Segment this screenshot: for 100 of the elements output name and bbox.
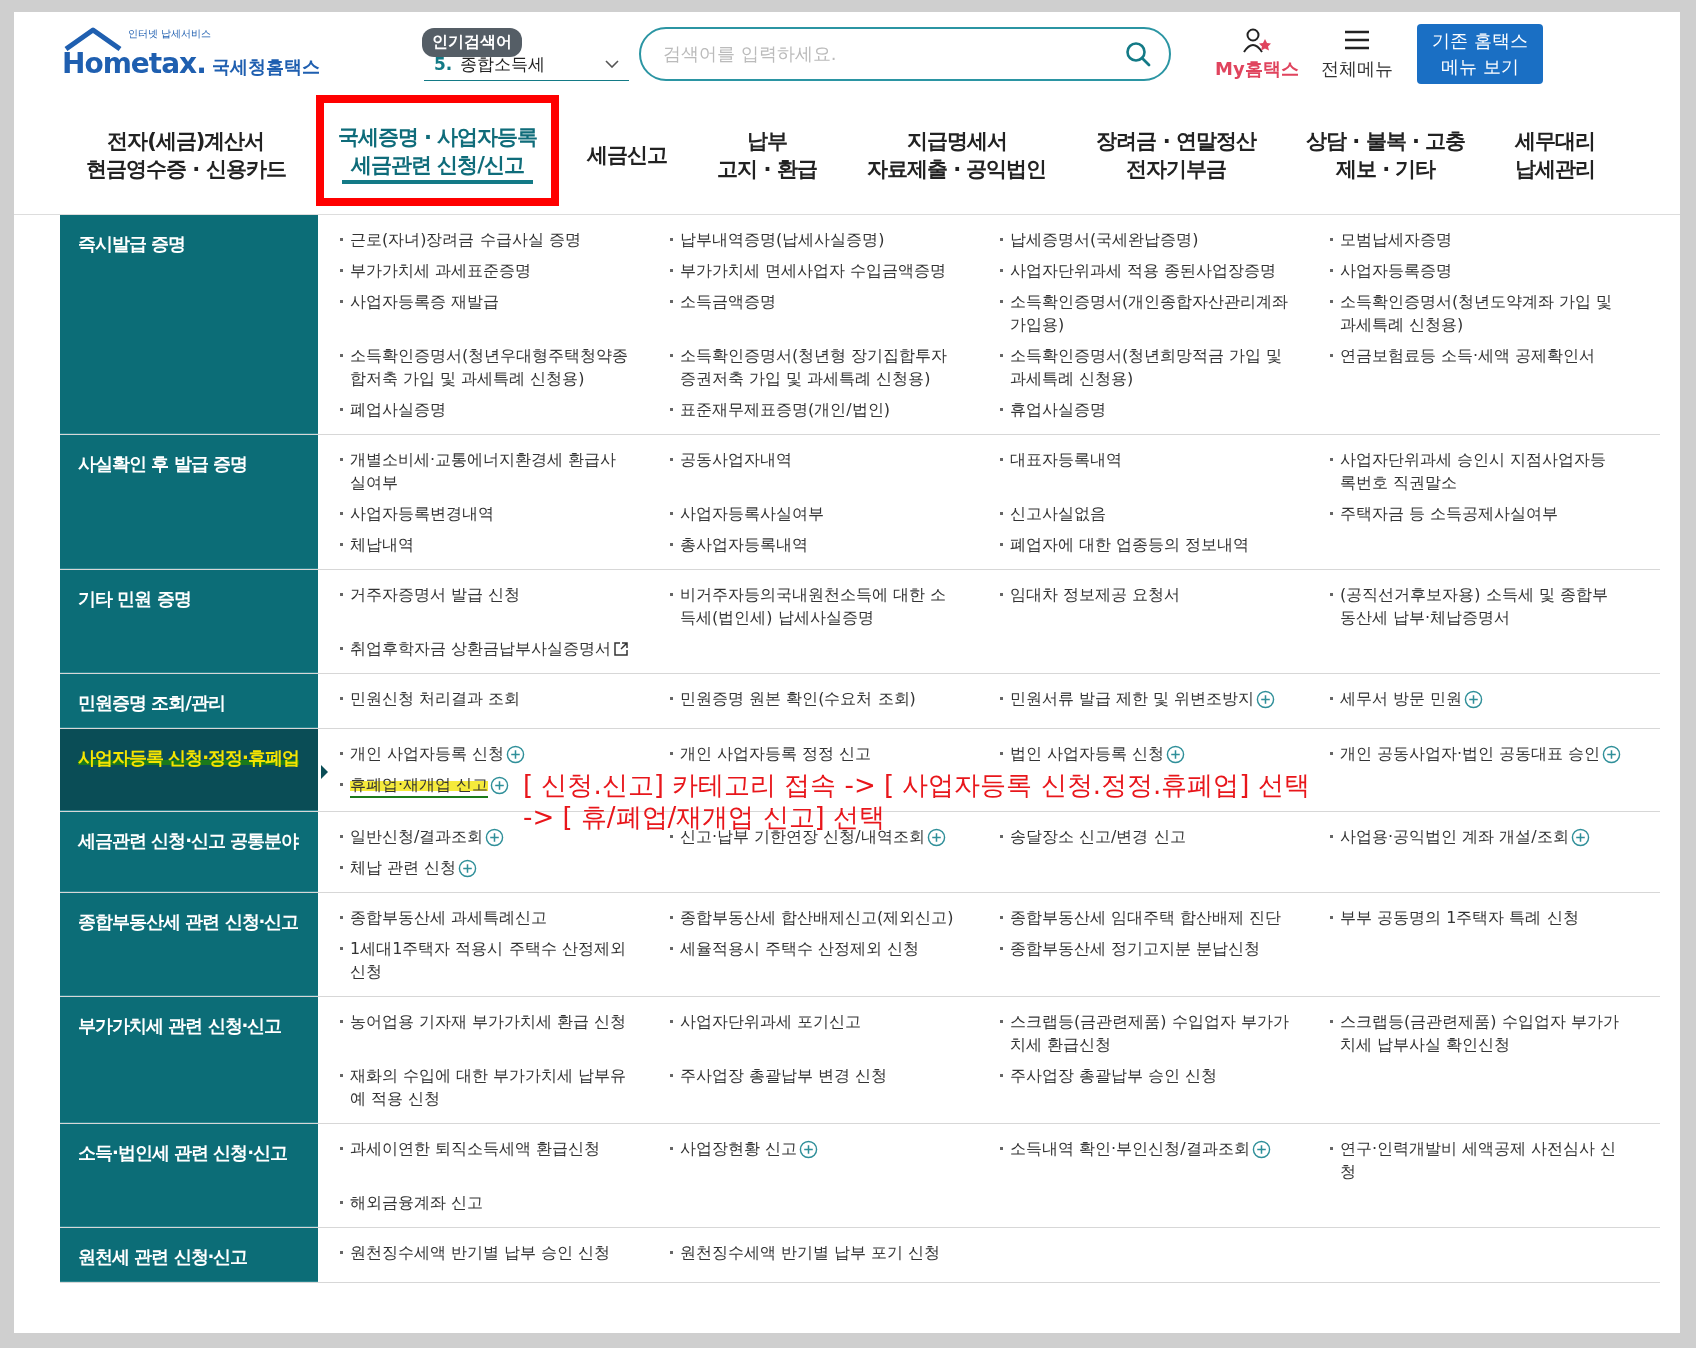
menu-link[interactable]: 원천징수세액 반기별 납부 포기 신청: [680, 1241, 941, 1264]
nav-tab[interactable]: 전자(세금)계산서 현금영수증 · 신용카드: [76, 95, 296, 214]
search-icon[interactable]: [1125, 40, 1151, 67]
menu-link[interactable]: 거주자증명서 발급 신청: [350, 583, 521, 606]
menu-link[interactable]: 연구·인력개발비 세액공제 사전심사 신청: [1340, 1137, 1622, 1183]
menu-link[interactable]: 근로(자녀)장려금 수급사실 증명: [350, 228, 581, 251]
menu-link[interactable]: 민원서류 발급 제한 및 위변조방지: [1010, 687, 1255, 710]
plus-icon[interactable]: [926, 828, 946, 847]
menu-link[interactable]: 개인 사업자등록 정정 신고: [680, 742, 872, 765]
menu-link[interactable]: 주택자금 등 소득공제사실여부: [1340, 502, 1559, 525]
menu-link[interactable]: 비거주자등의국내원천소득에 대한 소득세(법인세) 납세사실증명: [680, 583, 962, 629]
my-hometax-link[interactable]: My홈택스: [1215, 26, 1299, 81]
menu-link[interactable]: 스크랩등(금관련제품) 수입업자 부가가치세 납부사실 확인신청: [1340, 1010, 1622, 1056]
plus-icon[interactable]: [1166, 745, 1186, 764]
menu-link[interactable]: 폐업사실증명: [350, 398, 446, 421]
logo-wordmark[interactable]: Hometax.: [62, 47, 206, 80]
category-cell[interactable]: 종합부동산세 관련 신청·신고: [60, 893, 318, 996]
category-cell[interactable]: 사실확인 후 발급 증명: [60, 435, 318, 569]
menu-link[interactable]: (공직선거후보자용) 소득세 및 종합부동산세 납부·체납증명서: [1340, 583, 1622, 629]
category-cell[interactable]: 원천세 관련 신청·신고: [60, 1228, 318, 1282]
category-cell[interactable]: 민원증명 조회/관리: [60, 674, 318, 728]
menu-link[interactable]: 해외금융계좌 신고: [350, 1191, 484, 1214]
category-cell[interactable]: 부가가치세 관련 신청·신고: [60, 997, 318, 1123]
category-cell[interactable]: 소득·법인세 관련 신청·신고: [60, 1124, 318, 1227]
menu-link[interactable]: 사업용·공익법인 계좌 개설/조회: [1340, 825, 1569, 848]
menu-link[interactable]: 부가가치세 과세표준증명: [350, 259, 532, 282]
plus-icon[interactable]: [799, 1140, 819, 1159]
menu-link[interactable]: 세무서 방문 민원: [1340, 687, 1463, 710]
nav-tab[interactable]: 상담 · 불복 · 고충 제보 · 기타: [1296, 95, 1476, 214]
menu-link[interactable]: 소득확인증명서(청년도약계좌 가입 및 과세특례 신청용): [1340, 290, 1622, 336]
category-cell[interactable]: 사업자등록 신청·정정·휴폐업: [60, 729, 318, 811]
menu-link[interactable]: 법인 사업자등록 신청: [1010, 742, 1165, 765]
menu-link[interactable]: 납세증명서(국세완납증명): [1010, 228, 1199, 251]
nav-tab[interactable]: 납부 고지 · 환급: [707, 95, 827, 214]
menu-link[interactable]: 소득내역 확인·부인신청/결과조회: [1010, 1137, 1250, 1160]
menu-link[interactable]: 종합부동산세 과세특례신고: [350, 906, 548, 929]
menu-link[interactable]: 송달장소 신고/변경 신고: [1010, 825, 1186, 848]
nav-tab[interactable]: 세금신고: [577, 95, 678, 214]
plus-icon[interactable]: [490, 776, 510, 795]
menu-link[interactable]: 납부내역증명(납세사실증명): [680, 228, 885, 251]
menu-link[interactable]: 소득금액증명: [680, 290, 776, 313]
plus-icon[interactable]: [506, 745, 526, 764]
menu-link[interactable]: 모범납세자증명: [1340, 228, 1452, 251]
menu-link[interactable]: 대표자등록내역: [1010, 448, 1122, 471]
search-field[interactable]: 검색어를 입력하세요.: [639, 26, 1171, 81]
menu-link[interactable]: 사업자단위과세 적용 종된사업장증명: [1010, 259, 1277, 282]
menu-link[interactable]: 개별소비세·교통에너지환경세 환급사실여부: [350, 448, 632, 494]
external-link-icon[interactable]: [613, 641, 630, 657]
plus-icon[interactable]: [1570, 828, 1590, 847]
menu-link[interactable]: 체납 관련 신청: [350, 856, 457, 879]
menu-link[interactable]: 소득확인증명서(청년희망적금 가입 및 과세특례 신청용): [1010, 344, 1292, 390]
menu-link[interactable]: 일반신청/결과조회: [350, 825, 484, 848]
menu-link[interactable]: 부부 공동명의 1주택자 특례 신청: [1340, 906, 1579, 929]
menu-link[interactable]: 종합부동산세 임대주택 합산배제 진단: [1010, 906, 1282, 929]
menu-link[interactable]: 체납내역: [350, 533, 414, 556]
plus-icon[interactable]: [1464, 690, 1484, 709]
menu-link[interactable]: 개인 사업자등록 신청: [350, 742, 505, 765]
menu-link[interactable]: 1세대1주택자 적용시 주택수 산정제외 신청: [350, 937, 632, 983]
menu-link[interactable]: 신고사실없음: [1010, 502, 1106, 525]
plus-icon[interactable]: [1602, 745, 1622, 764]
menu-link[interactable]: 민원신청 처리결과 조회: [350, 687, 521, 710]
category-cell[interactable]: 세금관련 신청·신고 공통분야: [60, 812, 318, 892]
menu-link[interactable]: 원천징수세액 반기별 납부 승인 신청: [350, 1241, 611, 1264]
menu-link[interactable]: 농어업용 기자재 부가가치세 환급 신청: [350, 1010, 627, 1033]
menu-link[interactable]: 사업자등록사실여부: [680, 502, 824, 525]
menu-link[interactable]: 소득확인증명서(청년우대형주택청약종합저축 가입 및 과세특례 신청용): [350, 344, 632, 390]
menu-link[interactable]: 재화의 수입에 대한 부가가치세 납부유예 적용 신청: [350, 1064, 632, 1110]
plus-icon[interactable]: [1251, 1140, 1271, 1159]
menu-link[interactable]: 폐업자에 대한 업종등의 정보내역: [1010, 533, 1250, 556]
menu-link[interactable]: 휴업사실증명: [1010, 398, 1106, 421]
menu-link[interactable]: 사업자단위과세 승인시 지점사업자등록번호 직권말소: [1340, 448, 1622, 494]
menu-link[interactable]: 민원증명 원본 확인(수요처 조회): [680, 687, 916, 710]
nav-tab[interactable]: 국세증명 · 사업자등록 세금관련 신청/신고: [315, 95, 560, 206]
plus-icon[interactable]: [485, 828, 505, 847]
menu-link[interactable]: 사업자등록변경내역: [350, 502, 494, 525]
legacy-menu-button[interactable]: 기존 홈택스 메뉴 보기: [1416, 23, 1543, 84]
menu-link[interactable]: 세율적용시 주택수 산정제외 신청: [680, 937, 920, 960]
menu-link[interactable]: 과세이연한 퇴직소득세액 환급신청: [350, 1137, 601, 1160]
menu-link[interactable]: 소득확인증명서(청년형 장기집합투자증권저축 가입 및 과세특례 신청용): [680, 344, 962, 390]
menu-link[interactable]: 종합부동산세 정기고지분 분납신청: [1010, 937, 1261, 960]
plus-icon[interactable]: [458, 859, 478, 878]
all-menu-button[interactable]: 전체메뉴: [1320, 26, 1393, 81]
menu-link[interactable]: 부가가치세 면세사업자 수입금액증명: [680, 259, 947, 282]
plus-icon[interactable]: [1256, 690, 1276, 709]
menu-link[interactable]: 스크랩등(금관련제품) 수입업자 부가가치세 환급신청: [1010, 1010, 1292, 1056]
category-cell[interactable]: 기타 민원 증명: [60, 570, 318, 673]
nav-tab[interactable]: 지급명세서 자료제출 · 공익법인: [856, 95, 1057, 214]
logo-name[interactable]: 국세청홈택스: [211, 55, 320, 79]
menu-link[interactable]: 사업자등록증명: [1340, 259, 1452, 282]
menu-link[interactable]: 사업자단위과세 포기신고: [680, 1010, 862, 1033]
menu-link[interactable]: 임대차 정보제공 요청서: [1010, 583, 1181, 606]
menu-link[interactable]: 주사업장 총괄납부 변경 신청: [680, 1064, 888, 1087]
menu-link[interactable]: 주사업장 총괄납부 승인 신청: [1010, 1064, 1218, 1087]
category-cell[interactable]: 즉시발급 증명: [60, 215, 318, 434]
menu-link[interactable]: 개인 공동사업자·법인 공동대표 승인: [1340, 742, 1601, 765]
menu-link[interactable]: 사업자등록증 재발급: [350, 290, 500, 313]
nav-tab[interactable]: 장려금 · 연말정산 전자기부금: [1086, 95, 1267, 214]
menu-link[interactable]: 표준재무제표증명(개인/법인): [680, 398, 890, 421]
menu-link[interactable]: 공동사업자내역: [680, 448, 792, 471]
menu-link[interactable]: 소득확인증명서(개인종합자산관리계좌 가입용): [1010, 290, 1292, 336]
